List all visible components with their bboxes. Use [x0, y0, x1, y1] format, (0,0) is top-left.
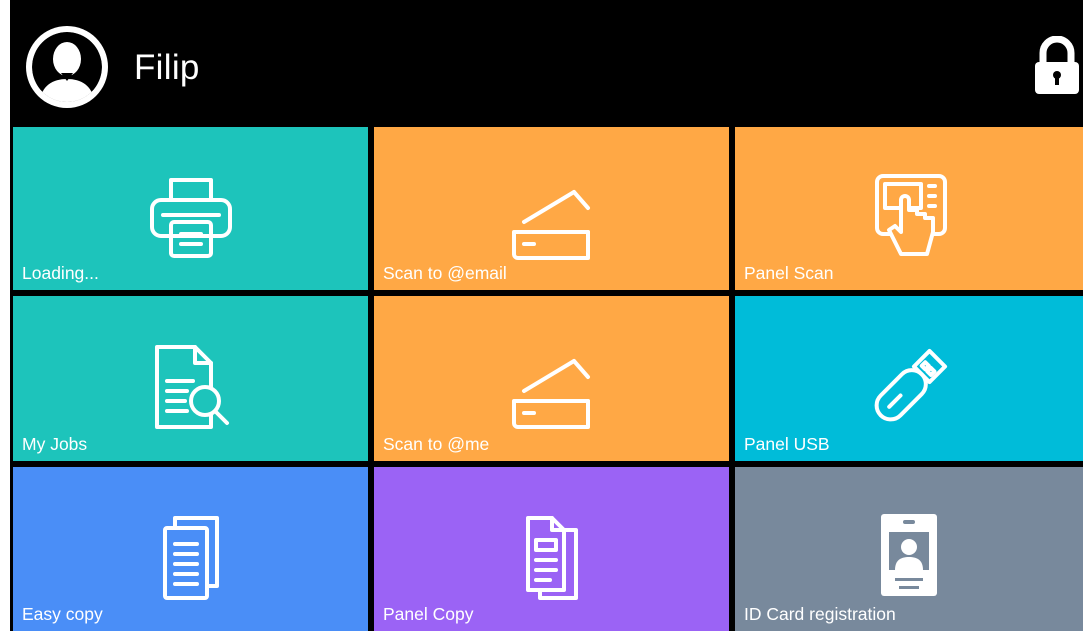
user-avatar-icon[interactable] — [25, 25, 109, 109]
tile-label: Scan to @me — [383, 434, 490, 454]
scanner-icon — [504, 170, 600, 266]
document-search-icon — [143, 339, 239, 435]
user-name: Filip — [134, 48, 200, 87]
copy-documents-icon — [143, 510, 239, 606]
tile-easy-copy[interactable]: Easy copy — [13, 467, 368, 631]
tile-print[interactable]: Loading... — [13, 127, 368, 290]
copy-document-icon — [504, 510, 600, 606]
tile-label: ID Card registration — [744, 604, 896, 624]
terminal-screen: Filip Loading... Scan to @email Panel Sc… — [0, 0, 1083, 631]
top-bar: Filip — [10, 0, 1083, 126]
tile-my-jobs[interactable]: My Jobs — [13, 296, 368, 461]
tile-panel-usb[interactable]: Panel USB — [735, 296, 1083, 461]
tile-label: Scan to @email — [383, 263, 507, 283]
tile-panel-copy[interactable]: Panel Copy — [374, 467, 729, 631]
tile-panel-scan[interactable]: Panel Scan — [735, 127, 1083, 290]
tile-label: Easy copy — [22, 604, 103, 624]
usb-drive-icon — [861, 339, 957, 435]
terminal-panel: Filip Loading... Scan to @email Panel Sc… — [10, 0, 1083, 631]
tile-label: Panel USB — [744, 434, 830, 454]
touch-panel-icon — [861, 170, 957, 266]
lock-icon[interactable] — [1031, 35, 1083, 96]
tile-label: Loading... — [22, 263, 99, 283]
tile-label: Panel Scan — [744, 263, 834, 283]
printer-icon — [143, 170, 239, 266]
id-card-icon — [861, 510, 957, 606]
tile-label: Panel Copy — [383, 604, 474, 624]
tile-scan-to-me[interactable]: Scan to @me — [374, 296, 729, 461]
scanner-icon — [504, 339, 600, 435]
tile-id-card-registration[interactable]: ID Card registration — [735, 467, 1083, 631]
tile-label: My Jobs — [22, 434, 88, 454]
tile-scan-to-email[interactable]: Scan to @email — [374, 127, 729, 290]
